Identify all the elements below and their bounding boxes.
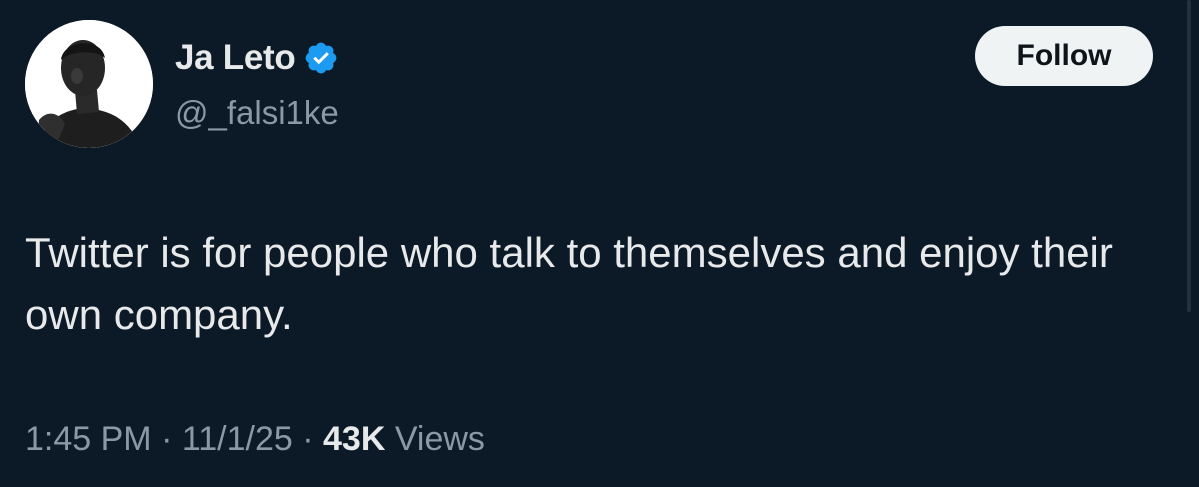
name-row: Ja Leto [175,38,339,78]
display-name[interactable]: Ja Leto [175,38,296,78]
tweet-card: Ja Leto @_falsi1ke Follow Twitter is for… [0,0,1199,487]
user-handle[interactable]: @_falsi1ke [175,94,339,132]
tweet-meta: 1:45 PM · 11/1/25 · 43K Views [25,420,485,459]
meta-separator: · [161,420,173,458]
tweet-time[interactable]: 1:45 PM [25,420,152,458]
scrollbar[interactable] [1187,0,1191,312]
views-label: Views [394,420,485,458]
meta-separator: · [302,420,314,458]
tweet-text: Twitter is for people who talk to themse… [25,229,1113,338]
verified-badge-icon [303,40,339,76]
avatar-photo [25,20,153,148]
tweet-date[interactable]: 11/1/25 [182,420,293,458]
avatar[interactable] [25,20,153,148]
views-count: 43K [323,420,386,458]
follow-button[interactable]: Follow [975,26,1153,86]
